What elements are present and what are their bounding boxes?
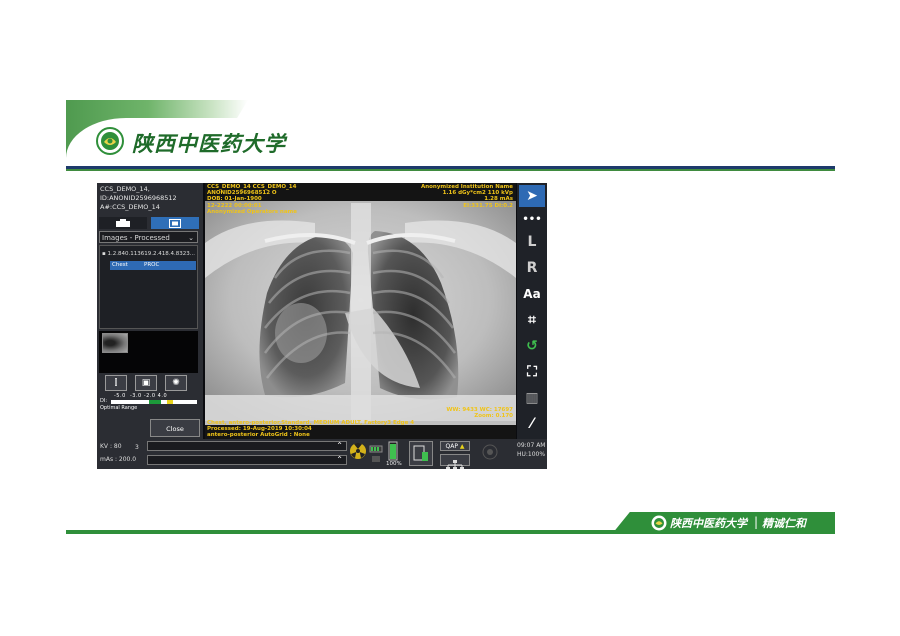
rotate-button[interactable]: ↺ xyxy=(519,335,545,357)
detector-button[interactable] xyxy=(409,441,433,466)
xray-console-screenshot: CCS_DEMO_14, ID:ANONID2596968512 A#:CCS_… xyxy=(97,183,547,469)
hu-status: HU:100% xyxy=(517,451,546,458)
right-marker-button[interactable]: R xyxy=(519,257,545,279)
image-edit-button[interactable]: ▣ xyxy=(135,375,157,391)
text-annotation-icon: Aa xyxy=(523,287,541,301)
chevron-down-icon: ⌄ xyxy=(188,234,194,242)
grid-icon: ▥ xyxy=(525,390,539,406)
close-button[interactable]: Close xyxy=(150,419,200,437)
image-tools: ⫿ ▣ ✺ xyxy=(105,375,197,393)
wifi-signal-icon xyxy=(369,445,383,462)
system-status-icon xyxy=(482,444,498,460)
overlay-top-right: Anonymized Institution Name 1.16 dGy*cm2 … xyxy=(420,184,513,209)
image-filter-select[interactable]: Images - Processed ⌄ xyxy=(99,231,198,243)
thumbnail-strip xyxy=(99,331,198,373)
kv-extra: 3 xyxy=(135,444,139,451)
patient-position-icon: ⫿ xyxy=(114,378,118,388)
overlay-bottom-right: WW: 9433 WC: 17697 Zoom: 0.170 xyxy=(446,407,513,420)
image-filter-value: Images - Processed xyxy=(102,234,170,242)
optimal-range-label: Optimal Range xyxy=(100,405,138,411)
patient-name: CCS_DEMO_14, xyxy=(100,185,150,193)
tab-images[interactable] xyxy=(151,217,199,229)
warning-icon: ▲ xyxy=(459,443,465,450)
dose-di-label: DI: xyxy=(100,398,108,404)
text-annotation-button[interactable]: Aa xyxy=(519,283,545,305)
series-item-status: PROC xyxy=(144,262,160,268)
images-icon xyxy=(169,218,181,228)
left-marker-icon: L xyxy=(527,234,537,250)
patient-panel: CCS_DEMO_14, ID:ANONID2596968512 A#:CCS_… xyxy=(97,183,203,469)
clock-time: 09:07 AM xyxy=(517,442,546,449)
protocol-field-1[interactable]: ⌃ xyxy=(147,441,347,451)
left-marker-button[interactable]: L xyxy=(519,231,545,253)
radiation-warning-icon xyxy=(350,442,366,459)
exposure-settings-icon: ✺ xyxy=(172,378,180,388)
grid-button[interactable]: ▥ xyxy=(519,387,545,409)
exposure-settings-button[interactable]: ✺ xyxy=(165,375,187,391)
network-button[interactable] xyxy=(440,454,470,469)
crop-button[interactable]: ⌗ xyxy=(519,309,545,331)
kv-value: KV : 80 xyxy=(100,443,122,450)
dose-indicator: -5.0 -3.0 -2.0 4.0 DI: Optimal Range xyxy=(99,393,199,411)
chevron-up-icon: ⌃ xyxy=(336,441,343,450)
network-icon xyxy=(446,460,464,469)
patient-frame-icon: ⛶ xyxy=(527,364,537,380)
more-icon: ••• xyxy=(522,214,542,225)
pointer-arrow-icon: ➤ xyxy=(526,188,538,204)
protocol-field-2[interactable]: ⌃ xyxy=(147,455,347,465)
battery-icon xyxy=(388,441,398,461)
footer-motto: 精诚仁和 xyxy=(762,517,806,530)
dose-scale: -5.0 -3.0 -2.0 4.0 xyxy=(114,393,168,399)
series-item-label: Chest xyxy=(112,262,128,268)
qap-button[interactable]: QAP ▲ xyxy=(440,441,470,451)
right-marker-icon: R xyxy=(526,260,538,276)
crop-icon: ⌗ xyxy=(528,312,536,328)
battery-level: 100% xyxy=(386,461,402,467)
image-thumbnail[interactable] xyxy=(102,333,128,353)
series-list: ▪ 1.2.840.113619.2.418.4.8323... Chest P… xyxy=(99,245,198,329)
footer-separator: | xyxy=(754,515,759,529)
footer-university-name: 陕西中医药大学 xyxy=(670,517,747,530)
pointer-tool-button[interactable]: ➤ xyxy=(519,185,545,207)
patient-frame-button[interactable]: ⛶ xyxy=(519,361,545,383)
university-logo-icon xyxy=(96,127,124,155)
overlay-bottom-left: Chest, antero-posterior,Standard, MEDIUM… xyxy=(207,420,415,439)
accession-number: A#:CCS_DEMO_14 xyxy=(100,203,160,211)
series-uid[interactable]: ▪ 1.2.840.113619.2.418.4.8323... xyxy=(102,251,195,257)
right-toolbar: ➤ ••• L R Aa ⌗ ↺ ⛶ ▥ ⁄ xyxy=(517,183,547,469)
image-edit-icon: ▣ xyxy=(141,378,151,388)
overlay-top-left: CCS_DEMO_14 CCS_DEMO_14 ANONID2596968512 … xyxy=(207,184,298,215)
camera-icon xyxy=(116,218,130,227)
chest-xray-image xyxy=(205,183,516,439)
tab-acquire[interactable] xyxy=(99,217,147,229)
magic-wand-icon: ⁄ xyxy=(530,416,534,432)
university-logo-icon xyxy=(651,515,667,531)
header-divider-accent xyxy=(66,169,835,171)
patient-id: ID:ANONID2596968512 xyxy=(100,194,177,202)
university-name: 陕西中医药大学 xyxy=(132,131,286,156)
magic-wand-button[interactable]: ⁄ xyxy=(519,413,545,435)
more-button[interactable]: ••• xyxy=(519,209,545,231)
chevron-up-icon: ⌃ xyxy=(336,455,343,464)
dose-bar xyxy=(111,400,197,404)
mas-value: mAs : 200.0 xyxy=(100,456,137,463)
series-item-chest[interactable]: Chest PROC xyxy=(110,261,196,270)
panel-tabs xyxy=(99,217,200,229)
rotate-icon: ↺ xyxy=(526,338,538,354)
status-bar: KV : 80 3 mAs : 200.0 ⌃ ⌃ 100% QAP ▲ 09:… xyxy=(97,439,547,469)
patient-position-button[interactable]: ⫿ xyxy=(105,375,127,391)
xray-image-viewport[interactable]: CCS_DEMO_14 CCS_DEMO_14 ANONID2596968512 … xyxy=(205,183,516,439)
detector-icon xyxy=(413,445,428,461)
